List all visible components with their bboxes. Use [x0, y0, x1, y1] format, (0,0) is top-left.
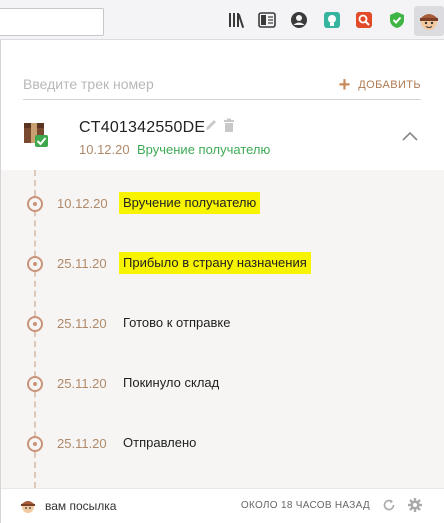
timeline-event: Вручение получателю	[119, 192, 261, 214]
timeline-date: 10.12.20	[57, 196, 108, 211]
trash-icon[interactable]	[223, 118, 235, 132]
timeline-item: 25.11.20 Готово к отправке	[1, 309, 444, 339]
avatar	[21, 501, 35, 513]
timeline-dot-icon	[27, 196, 43, 212]
chevron-up-icon[interactable]	[400, 128, 420, 144]
settings-icon[interactable]	[407, 497, 423, 513]
footer-username: вам посылка	[45, 499, 117, 513]
package-header[interactable]: CT401342550DE 10.12.20 Вручение получате…	[1, 110, 444, 172]
tracking-number-input[interactable]	[23, 72, 283, 96]
shield-check-icon[interactable]	[387, 10, 407, 30]
add-button-label: ДОБАВИТЬ	[358, 79, 421, 91]
package-last-date: 10.12.20	[79, 142, 130, 157]
timeline-dot-icon	[27, 316, 43, 332]
timeline-date: 25.11.20	[57, 436, 107, 451]
tracking-timeline: 10.12.20 Вручение получателю 25.11.20 Пр…	[1, 170, 444, 488]
add-button[interactable]: + ДОБАВИТЬ	[339, 74, 421, 96]
timeline-event: Отправлено	[123, 435, 197, 450]
edit-icon[interactable]	[204, 118, 218, 132]
tracker-extension-icon	[420, 14, 438, 30]
package-status: Вручение получателю	[137, 142, 271, 157]
plus-icon: +	[338, 74, 351, 96]
timeline-item: 25.11.20 Прибыло в страну назначения	[1, 249, 444, 279]
timeline-item: 25.11.20 Покинуло склад	[1, 369, 444, 399]
library-icon[interactable]	[227, 10, 247, 30]
package-icon	[24, 123, 48, 147]
timeline-dot-icon	[27, 436, 43, 452]
timeline-date: 25.11.20	[57, 316, 107, 331]
timeline-event: Покинуло склад	[123, 375, 220, 390]
account-icon[interactable]	[289, 10, 309, 30]
timeline-date: 25.11.20	[57, 376, 107, 391]
last-updated: ОКОЛО 18 ЧАСОВ НАЗАД	[240, 500, 370, 511]
tracker-extension-button[interactable]	[414, 6, 444, 36]
tracking-number: CT401342550DE	[79, 119, 206, 136]
timeline-event: Прибыло в страну назначения	[119, 252, 311, 274]
search-bar: + ДОБАВИТЬ	[23, 70, 421, 100]
tracker-popup: + ДОБАВИТЬ CT401342550DE 10.12.20 Вручен…	[0, 40, 444, 523]
browser-toolbar	[0, 0, 444, 40]
timeline-date: 25.11.20	[57, 256, 107, 271]
popup-footer: вам посылка ОКОЛО 18 ЧАСОВ НАЗАД	[1, 488, 444, 523]
timeline-dot-icon	[27, 256, 43, 272]
timeline-dot-icon	[27, 376, 43, 392]
refresh-icon[interactable]	[382, 498, 396, 512]
extension-green-icon[interactable]	[322, 10, 342, 30]
timeline-item: 10.12.20 Вручение получателю	[1, 189, 444, 219]
timeline-item: 25.11.20 Отправлено	[1, 429, 444, 459]
url-bar[interactable]	[0, 8, 104, 36]
extension-red-icon[interactable]	[354, 10, 374, 30]
reader-view-icon[interactable]	[257, 10, 277, 30]
timeline-event: Готово к отправке	[123, 315, 231, 330]
